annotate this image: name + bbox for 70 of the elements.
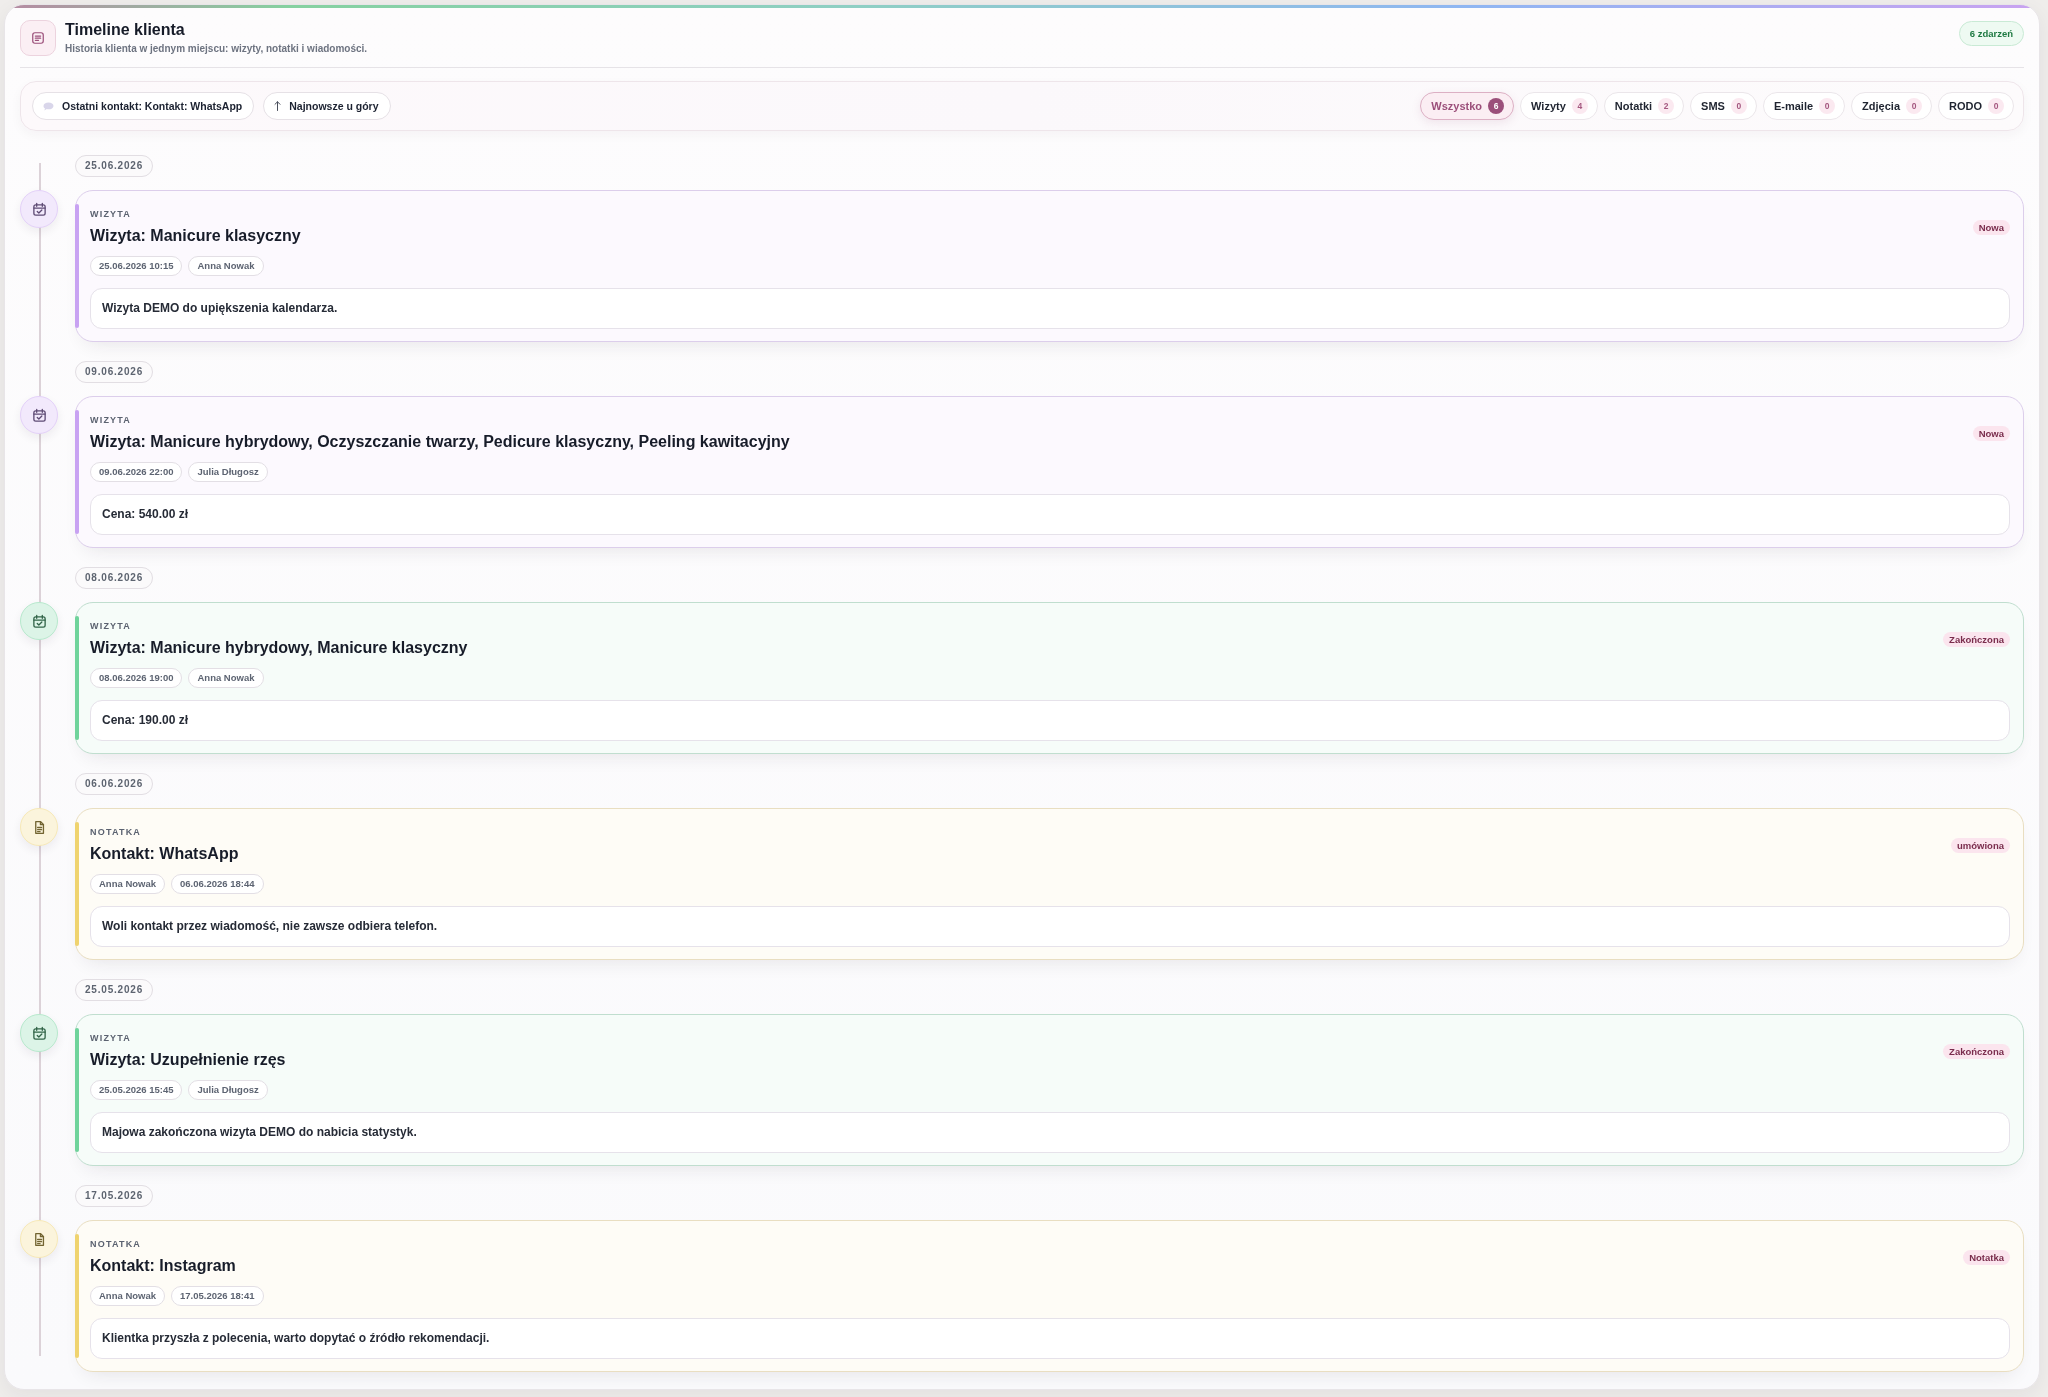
event-description: Wizyta DEMO do upiększenia kalendarza. [90, 288, 2010, 329]
meta-chip: Anna Nowak [188, 256, 264, 276]
document-icon [20, 808, 58, 846]
event-type-label: WIZYTA [90, 414, 133, 426]
filter-count: 6 [1488, 98, 1505, 114]
event-title: Kontakt: Instagram [90, 1256, 236, 1276]
speech-bubble-icon [43, 101, 54, 111]
date-pill: 25.06.2026 [75, 155, 154, 177]
document-icon [20, 1220, 58, 1258]
event-type-label: NOTATKA [90, 1238, 143, 1250]
calendar-check-icon [20, 602, 58, 640]
event-type-label: NOTATKA [90, 826, 143, 838]
filter-count: 2 [1658, 98, 1675, 114]
event-title: Wizyta: Manicure hybrydowy, Manicure klasyczny [90, 638, 468, 658]
meta-chip: 06.06.2026 18:44 [171, 874, 264, 894]
filter-tab[interactable]: Wszystko 6 [1420, 92, 1515, 120]
event-title: Wizyta: Manicure hybrydowy, Oczyszczanie twarzy, Pedicure klasyczny, Peeling kawitacyjny [90, 432, 790, 452]
meta-chip: Julia Długosz [188, 1080, 268, 1100]
filter-tab[interactable]: Zdjęcia 0 [1851, 92, 1932, 120]
date-pill: 06.06.2026 [75, 773, 154, 795]
date-pill: 08.06.2026 [75, 567, 154, 589]
calendar-check-icon [20, 190, 58, 228]
status-badge: Nowa [1972, 220, 2010, 235]
last-contact-button[interactable]: Ostatni kontakt: Kontakt: WhatsApp [32, 92, 255, 120]
date-pill: 17.05.2026 [75, 1185, 154, 1207]
event-type-label: WIZYTA [90, 1032, 133, 1044]
page-subtitle: Historia klienta w jednym miejscu: wizyty, notatki i wiadomości. [65, 42, 369, 56]
event-description: Cena: 540.00 zł [90, 494, 2010, 535]
meta-chip: 25.06.2026 10:15 [90, 256, 183, 276]
meta-chip: Anna Nowak [90, 1286, 165, 1306]
event-description: Majowa zakończona wizyta DEMO do nabicia statystyk. [90, 1112, 2010, 1153]
date-pill: 25.05.2026 [75, 979, 154, 1001]
filter-count: 0 [1730, 98, 1747, 114]
filter-count: 0 [1819, 98, 1836, 114]
event-count-badge: 6 zdarzeń [1958, 21, 2024, 46]
filter-tab[interactable]: SMS 0 [1690, 92, 1757, 120]
filter-count: 0 [1906, 98, 1922, 114]
filter-count: 4 [1571, 98, 1588, 114]
arrow-up-icon [274, 101, 282, 111]
event-description: Klientka przyszła z polecenia, warto dopytać o źródło rekomendacji. [90, 1318, 2010, 1359]
list-icon [20, 20, 56, 56]
meta-chip: Anna Nowak [188, 668, 264, 688]
meta-chip: 25.05.2026 15:45 [90, 1080, 183, 1100]
meta-chip: 08.06.2026 19:00 [90, 668, 183, 688]
status-badge: Nowa [1972, 426, 2010, 441]
filter-tab[interactable]: Notatki 2 [1603, 92, 1685, 120]
meta-chip: 17.05.2026 18:41 [171, 1286, 264, 1306]
filter-tab[interactable]: RODO 0 [1938, 92, 2014, 120]
status-badge: Notatka [1963, 1250, 2010, 1265]
event-description: Cena: 190.00 zł [90, 700, 2010, 741]
status-badge: Zakończona [1943, 632, 2010, 647]
meta-chip: Anna Nowak [90, 874, 165, 894]
filter-tab[interactable]: Wizyty 4 [1520, 92, 1598, 120]
filter-count: 0 [1988, 98, 2004, 114]
event-type-label: WIZYTA [90, 620, 133, 632]
sort-button[interactable]: Najnowsze u góry [263, 92, 391, 120]
event-title: Kontakt: WhatsApp [90, 844, 239, 864]
event-title: Wizyta: Manicure klasyczny [90, 226, 301, 246]
filter-tab[interactable]: E-maile 0 [1762, 92, 1846, 120]
meta-chip: 09.06.2026 22:00 [90, 462, 183, 482]
meta-chip: Julia Długosz [188, 462, 268, 482]
status-badge: Zakończona [1943, 1044, 2010, 1059]
status-badge: umówiona [1951, 838, 2010, 853]
date-pill: 09.06.2026 [75, 361, 154, 383]
event-type-label: WIZYTA [90, 208, 133, 220]
calendar-check-icon [20, 1014, 58, 1052]
page-title: Timeline klienta [65, 20, 186, 39]
calendar-check-icon [20, 396, 58, 434]
event-description: Woli kontakt przez wiadomość, nie zawsze odbiera telefon. [90, 906, 2010, 947]
event-title: Wizyta: Uzupełnienie rzęs [90, 1050, 286, 1070]
